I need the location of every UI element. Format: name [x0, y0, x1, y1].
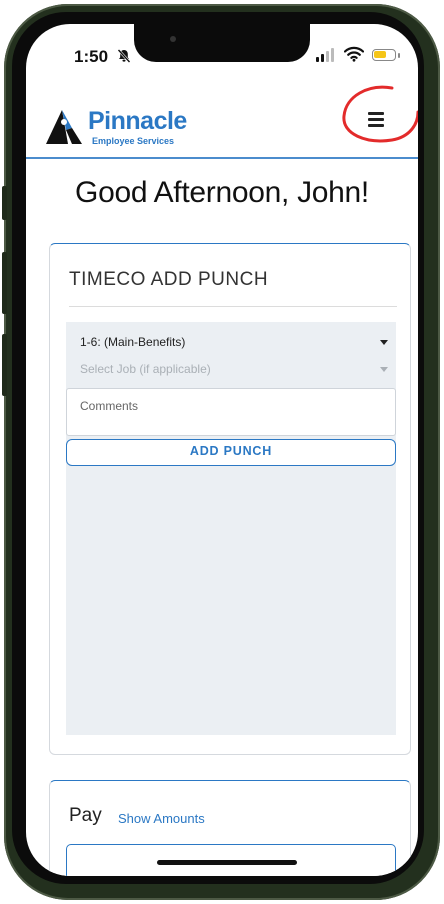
card-divider [69, 306, 397, 307]
chevron-down-icon [380, 340, 388, 345]
logo-subtitle: Employee Services [92, 136, 175, 146]
job-select[interactable]: Select Job (if applicable) [80, 357, 390, 381]
greeting-heading: Good Afternoon, John! [75, 176, 369, 209]
battery-cap [398, 53, 400, 58]
add-punch-button[interactable]: ADD PUNCH [66, 439, 396, 466]
timeco-card: TIMECO ADD PUNCH 1-6: (Main-Benefits) Se… [49, 243, 411, 755]
job-select-placeholder: Select Job (if applicable) [80, 362, 211, 376]
volume-down-button [2, 334, 7, 396]
position-select[interactable]: 1-6: (Main-Benefits) [80, 330, 390, 354]
wifi-icon [344, 46, 364, 62]
header-divider [26, 157, 418, 159]
chevron-down-icon [380, 367, 388, 372]
pay-title: Pay [69, 805, 102, 826]
phone-screen: 1:50 Pinnacle Employee Services Good Aft… [26, 24, 418, 876]
camera-dot [170, 36, 176, 42]
notch [134, 24, 310, 62]
battery-level [374, 51, 386, 58]
punch-form: 1-6: (Main-Benefits) Select Job (if appl… [66, 322, 396, 735]
volume-up-button [2, 252, 7, 314]
home-indicator[interactable] [157, 860, 297, 865]
status-time: 1:50 [74, 47, 109, 66]
comments-field[interactable]: Comments [66, 388, 396, 436]
hamburger-menu-icon[interactable] [366, 110, 392, 132]
show-amounts-link[interactable]: Show Amounts [118, 811, 205, 826]
logo-name: Pinnacle [88, 107, 187, 135]
silent-switch [2, 186, 7, 220]
timeco-title: TIMECO ADD PUNCH [69, 269, 269, 290]
position-select-value: 1-6: (Main-Benefits) [80, 335, 186, 349]
bell-slash-icon [117, 49, 131, 63]
pinnacle-logo-icon [46, 110, 82, 144]
battery-icon [372, 49, 396, 61]
